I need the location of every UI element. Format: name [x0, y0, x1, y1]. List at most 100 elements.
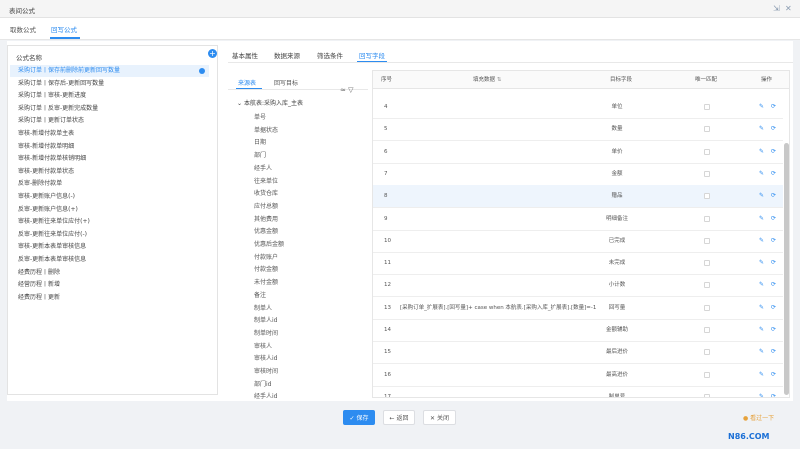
table-row[interactable]: 15 最后进价 ✎ ⟳ — [373, 341, 783, 365]
unique-match-checkbox[interactable] — [704, 327, 710, 333]
close-button[interactable]: ✕ 关闭 — [423, 410, 456, 425]
unique-match-checkbox[interactable] — [704, 170, 710, 177]
tab-writeback-fields[interactable]: 回写字段 — [359, 50, 385, 60]
tree-node[interactable]: 付款账户 — [254, 252, 278, 261]
collapse-expand-icon[interactable]: ≈ ▽ — [340, 86, 353, 94]
edit-icon[interactable]: ✎ — [759, 364, 764, 386]
refresh-icon[interactable]: ⟳ — [771, 163, 776, 185]
edit-icon[interactable]: ✎ — [759, 252, 764, 274]
tab-source-table[interactable]: 来源表 — [238, 78, 256, 87]
refresh-icon[interactable]: ⟳ — [771, 297, 776, 319]
tree-node[interactable]: 未付金额 — [254, 277, 278, 286]
edit-icon[interactable]: ✎ — [759, 386, 764, 397]
tree-node[interactable]: 付款金额 — [254, 264, 278, 273]
plus-circle-icon[interactable]: + — [208, 49, 217, 58]
formula-item[interactable]: 采购订单丨更新订单状态 — [10, 115, 209, 127]
refresh-icon[interactable]: ⟳ — [771, 185, 776, 207]
unique-match-checkbox[interactable] — [704, 304, 710, 311]
tree-node[interactable]: 审核时间 — [254, 366, 278, 375]
table-row[interactable]: 5 数量 ✎ ⟳ — [373, 118, 783, 142]
formula-item[interactable]: 采购订单丨审核-更新进度 — [10, 90, 209, 102]
tab-writeback-target[interactable]: 回写目标 — [274, 78, 298, 87]
tree-node[interactable]: 部门 — [254, 150, 266, 159]
edit-icon[interactable]: ✎ — [759, 341, 764, 363]
sort-icon[interactable]: ⇅ — [497, 77, 502, 83]
edit-icon[interactable]: ✎ — [759, 185, 764, 207]
formula-item[interactable]: 反审-删除付款单 — [10, 178, 209, 190]
tab-filter[interactable]: 筛选条件 — [317, 50, 343, 60]
refresh-icon[interactable]: ⟳ — [771, 141, 776, 163]
tree-node[interactable]: 部门id — [254, 379, 271, 388]
tree-node[interactable]: 制单人 — [254, 303, 272, 312]
tree-node[interactable]: 经手人 — [254, 163, 272, 172]
unique-match-checkbox[interactable] — [704, 104, 710, 110]
close-icon[interactable]: ✕ — [785, 4, 792, 13]
formula-item[interactable]: 审核-更新付款单状态 — [10, 166, 209, 178]
tab-fetch-formula[interactable]: 取数公式 — [10, 24, 36, 34]
formula-item[interactable]: 采购订单丨保存前删除前更新回写数量 — [10, 65, 209, 77]
formula-item[interactable]: 经费历程丨更新 — [10, 292, 209, 304]
table-row[interactable]: 8 赠品 ✎ ⟳ — [373, 185, 783, 209]
tree-node[interactable]: 经手人id — [254, 391, 277, 400]
tree-node[interactable]: 往来单位 — [254, 176, 278, 185]
tab-basic-props[interactable]: 基本属性 — [232, 50, 258, 60]
table-row[interactable]: 13 [采购订单_扩展表].[回写量]+ case when 本航表.[采购入库_… — [373, 297, 783, 320]
refresh-icon[interactable]: ⟳ — [771, 252, 776, 274]
unique-match-checkbox[interactable] — [704, 260, 710, 267]
tree-node[interactable]: 应付总额 — [254, 201, 278, 210]
refresh-icon[interactable]: ⟳ — [771, 386, 776, 397]
refresh-icon[interactable]: ⟳ — [771, 208, 776, 230]
tree-root[interactable]: ⌄ 本航表:采购入库_主表 — [237, 98, 303, 107]
formula-item[interactable]: 审核-新增付款单明细 — [10, 141, 209, 153]
table-scrollbar[interactable] — [784, 143, 789, 395]
formula-item[interactable]: 反审-更新本表单审核信息 — [10, 254, 209, 266]
tree-node[interactable]: 优惠金额 — [254, 226, 278, 235]
edit-icon[interactable]: ✎ — [759, 230, 764, 252]
table-row[interactable]: 11 未完成 ✎ ⟳ — [373, 252, 783, 276]
formula-item[interactable]: 审核-新增付款单核销明细 — [10, 153, 209, 165]
tree-node[interactable]: 日期 — [254, 137, 266, 146]
table-row[interactable]: 12 小计数 ✎ ⟳ — [373, 274, 783, 298]
formula-item[interactable]: 审核-更新本表单审核信息 — [10, 241, 209, 253]
save-button[interactable]: ✓ 保存 — [343, 410, 375, 425]
refresh-icon[interactable]: ⟳ — [771, 364, 776, 386]
edit-icon[interactable]: ✎ — [759, 297, 764, 319]
table-row[interactable]: 7 金额 ✎ ⟳ — [373, 163, 783, 186]
help-hint[interactable]: ● 看过一下 — [743, 413, 774, 422]
table-row[interactable]: 6 单价 ✎ ⟳ — [373, 141, 783, 164]
unique-match-checkbox[interactable] — [704, 148, 710, 155]
edit-icon[interactable]: ✎ — [759, 118, 764, 140]
tree-node[interactable]: 优惠后金额 — [254, 239, 284, 248]
tab-writeback-formula[interactable]: 回写公式 — [51, 24, 77, 34]
unique-match-checkbox[interactable] — [704, 215, 710, 222]
back-button[interactable]: ← 返回 — [383, 410, 415, 425]
edit-icon[interactable]: ✎ — [759, 208, 764, 230]
table-row[interactable]: 10 已完成 ✎ ⟳ — [373, 230, 783, 253]
refresh-icon[interactable]: ⟳ — [771, 96, 776, 118]
tree-node[interactable]: 审核人id — [254, 353, 277, 362]
tree-node[interactable]: 制单人id — [254, 315, 277, 324]
formula-item[interactable]: 经费历程丨删除 — [10, 267, 209, 279]
col-fill-data[interactable]: 填充数据 ⇅ — [473, 71, 501, 89]
refresh-icon[interactable]: ⟳ — [771, 230, 776, 252]
unique-match-checkbox[interactable] — [704, 393, 710, 397]
table-row[interactable]: 9 明细备注 ✎ ⟳ — [373, 208, 783, 231]
formula-item[interactable]: 反审-更新账户信息(+) — [10, 204, 209, 216]
unique-match-checkbox[interactable] — [704, 349, 710, 356]
formula-item[interactable]: 采购订单丨保存后-更新回写数量 — [10, 78, 209, 90]
table-row[interactable]: 17 制单号 ✎ ⟳ — [373, 386, 783, 397]
tree-node[interactable]: 其他费用 — [254, 214, 278, 223]
tree-node[interactable]: 收货仓库 — [254, 188, 278, 197]
edit-icon[interactable]: ✎ — [759, 163, 764, 185]
refresh-icon[interactable]: ⟳ — [771, 118, 776, 140]
tree-node[interactable]: 审核人 — [254, 341, 272, 350]
edit-icon[interactable]: ✎ — [759, 96, 764, 118]
unique-match-checkbox[interactable] — [704, 282, 710, 289]
tree-node[interactable]: 单号 — [254, 112, 266, 121]
refresh-icon[interactable]: ⟳ — [771, 274, 776, 296]
tree-node[interactable]: 备注 — [254, 290, 266, 299]
unique-match-checkbox[interactable] — [704, 371, 710, 378]
formula-item[interactable]: 采购订单丨反审-更新完成数量 — [10, 103, 209, 115]
unique-match-checkbox[interactable] — [704, 193, 710, 200]
edit-icon[interactable]: ✎ — [759, 141, 764, 163]
